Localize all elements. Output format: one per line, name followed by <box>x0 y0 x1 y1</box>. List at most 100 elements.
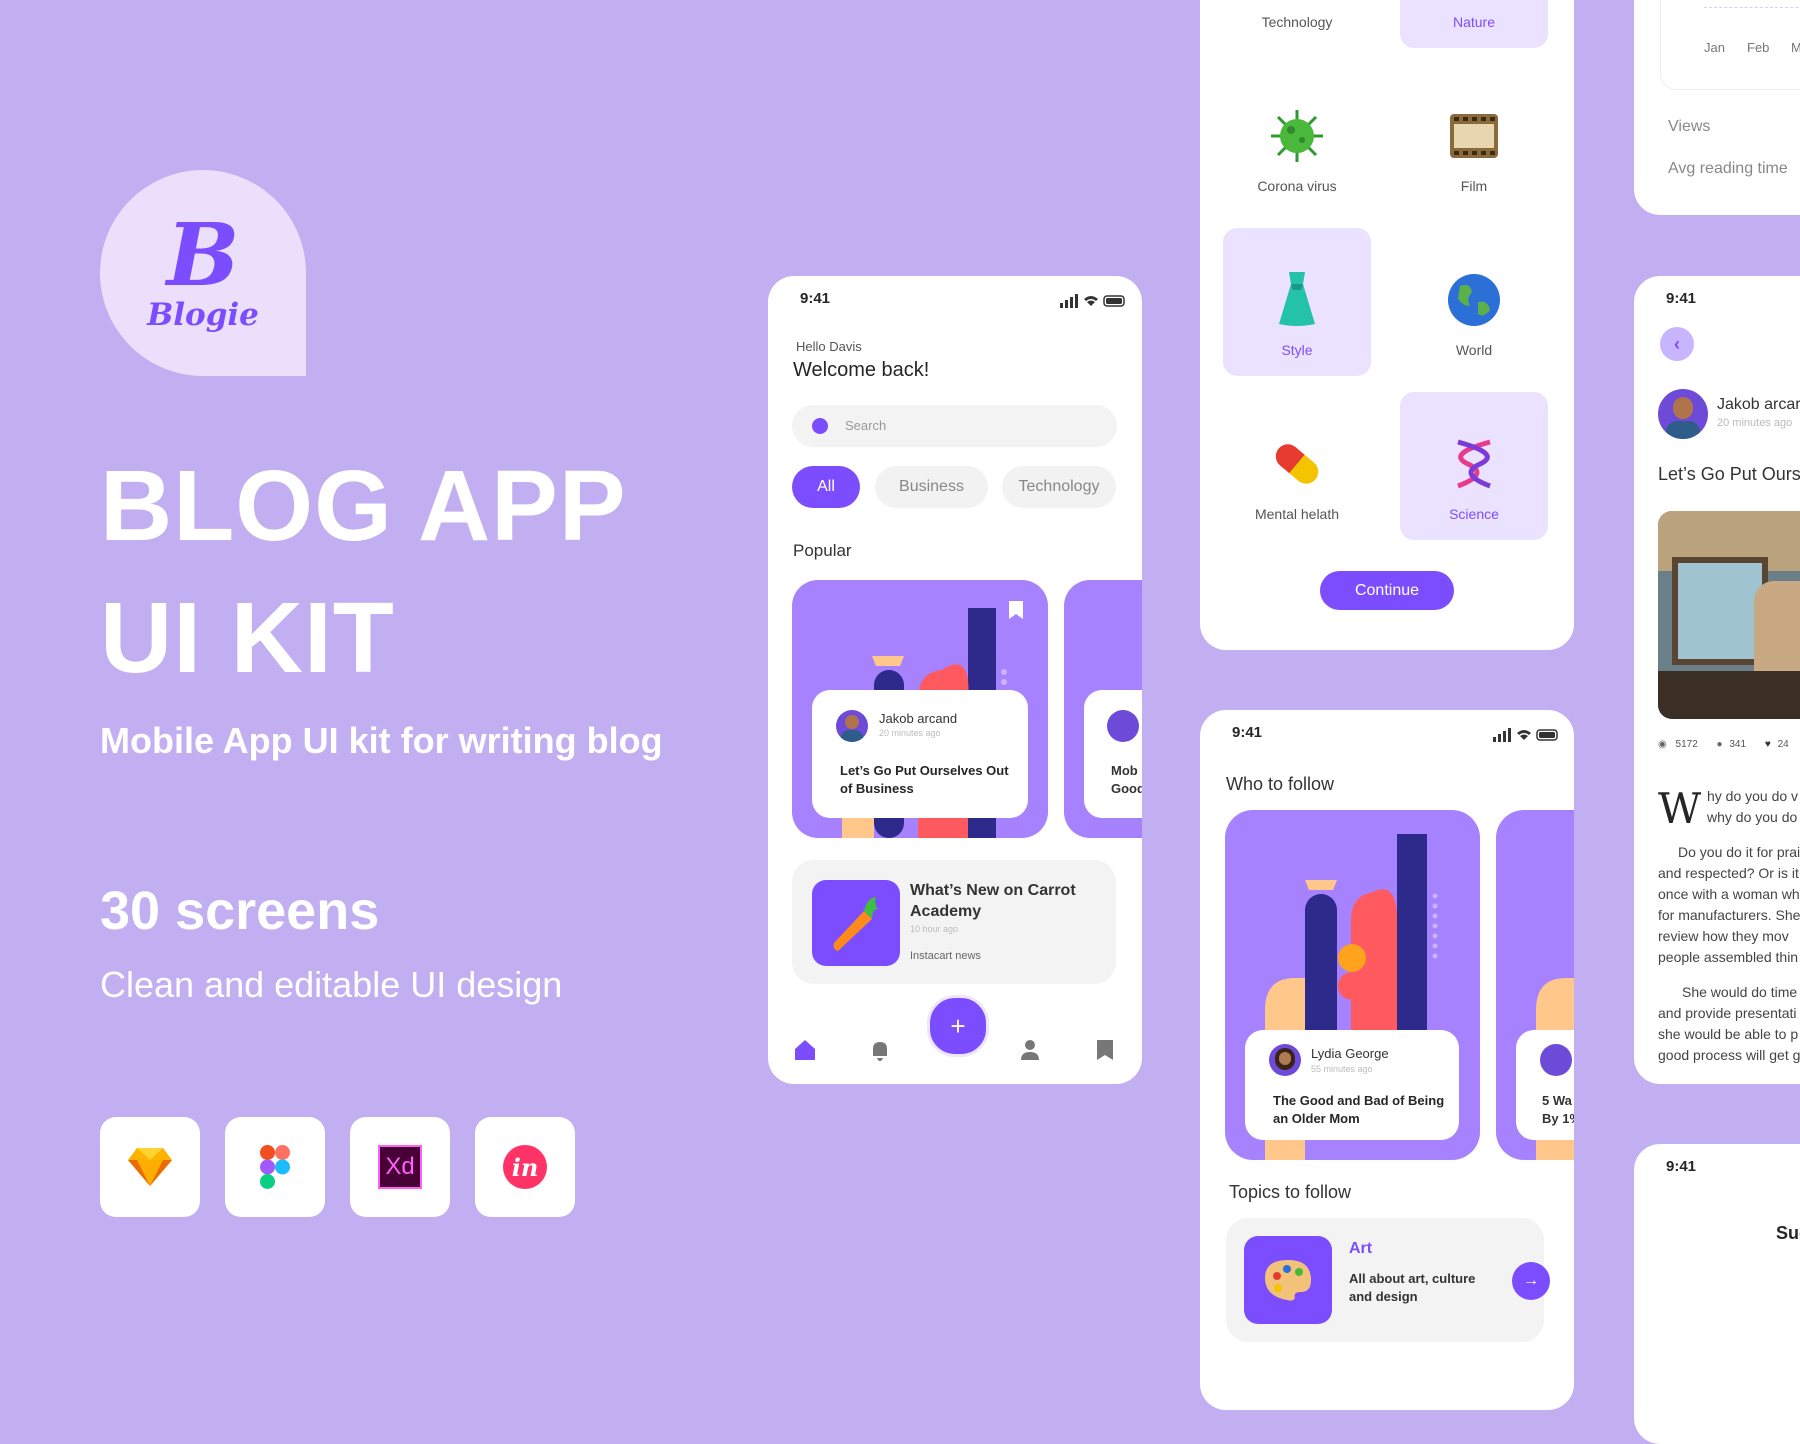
avatar <box>1107 710 1139 742</box>
xd-text: Xd <box>378 1145 422 1189</box>
back-button[interactable]: ‹ <box>1660 327 1694 361</box>
topic-science[interactable]: Science <box>1400 392 1548 540</box>
hero-tagline: Clean and editable UI design <box>100 964 563 1005</box>
chip-technology[interactable]: Technology <box>1002 466 1116 508</box>
views-label: Views <box>1668 118 1711 135</box>
arrow-right-icon[interactable]: → <box>1512 1262 1550 1300</box>
bookmark-nav-icon[interactable] <box>1093 1038 1117 1062</box>
chip-business[interactable]: Business <box>875 466 988 508</box>
topic-world[interactable]: World <box>1400 228 1548 376</box>
carrot-icon <box>812 880 900 966</box>
post-title-partial-2: Good <box>1111 781 1142 796</box>
topic-description: All about art, culture and design <box>1349 1271 1476 1304</box>
success-screen <box>1634 1144 1800 1444</box>
lead-line: why do you do <box>1707 809 1798 825</box>
post-title-partial: 5 Wa <box>1542 1093 1572 1108</box>
film-icon <box>1450 114 1498 158</box>
popular-card[interactable]: Jakob arcand 20 minutes ago Let’s Go Put… <box>792 580 1048 838</box>
status-time: 9:41 <box>800 290 831 307</box>
news-title: What’s New on Carrot Academy <box>910 882 1076 920</box>
paragraph-line: for manufacturers. She <box>1658 907 1800 923</box>
paragraph-line: and provide presentati <box>1658 1005 1797 1021</box>
author-name: Jakob arcar <box>1717 396 1800 413</box>
status-icons <box>1493 728 1558 742</box>
home-icon[interactable] <box>793 1038 817 1062</box>
stats-chart: Jan Feb M <box>1660 0 1800 90</box>
drop-cap: W <box>1658 784 1702 833</box>
paragraph-line: she would be able to p <box>1658 1026 1799 1042</box>
search-input[interactable]: Search <box>792 405 1117 447</box>
chip-all[interactable]: All <box>792 466 860 508</box>
author-name: Jakob arcand <box>879 711 958 726</box>
continue-button[interactable]: Continue <box>1320 571 1454 610</box>
logo-wordmark: Blogie <box>147 297 259 333</box>
topic-follow-item[interactable]: Art All about art, culture and design → <box>1226 1218 1550 1342</box>
topic-label: Film <box>1460 178 1488 194</box>
paragraph-line: and respected? Or is it <box>1658 865 1799 881</box>
topic-label: Nature <box>1452 14 1496 30</box>
profile-icon[interactable] <box>1018 1038 1042 1062</box>
topic-film[interactable]: Film <box>1400 64 1548 212</box>
bell-icon[interactable] <box>868 1038 892 1062</box>
card-info: 5 Wa By 1% <box>1516 1030 1574 1140</box>
virus-icon <box>1271 110 1323 162</box>
figma-icon <box>225 1117 325 1217</box>
hero-title: BLOG APP UI KIT <box>100 440 627 704</box>
article-lead: hy do you do v why do you do <box>1707 786 1798 828</box>
topic-label: Corona virus <box>1257 178 1337 194</box>
author-name: Lydia George <box>1311 1046 1389 1061</box>
logo-letter: B <box>166 205 240 306</box>
eye-icon: ◉ <box>1658 739 1667 750</box>
topic-style[interactable]: Style <box>1223 228 1371 376</box>
welcome-heading: Welcome back! <box>793 359 930 381</box>
topic-label: Style <box>1281 342 1313 358</box>
invision-text: in <box>503 1145 547 1189</box>
who-to-follow-label: Who to follow <box>1226 774 1335 794</box>
topic-mental-health[interactable]: Mental helath <box>1223 392 1371 540</box>
paragraph-line: people assembled thin <box>1658 949 1799 965</box>
blogie-logo: B Blogie <box>100 170 306 376</box>
news-source: Instacart news <box>910 950 981 962</box>
globe-icon <box>1448 274 1500 326</box>
search-placeholder: Search <box>845 418 887 433</box>
avatar <box>1540 1044 1572 1076</box>
paragraph-line: once with a woman wh <box>1658 886 1800 902</box>
paragraph-line: review how they mov <box>1658 928 1789 944</box>
paragraph-line: She would do time <box>1682 984 1798 1000</box>
month-label: Jan <box>1704 40 1725 55</box>
news-item[interactable]: What’s New on Carrot Academy 10 hour ago… <box>792 860 1116 984</box>
month-label: M <box>1791 40 1800 55</box>
dress-icon <box>1279 272 1315 326</box>
article-paragraph-2: She would do time and provide presentati… <box>1658 982 1800 1066</box>
card-info: Jakob arcand 20 minutes ago Let’s Go Put… <box>812 690 1028 818</box>
topic-name: Art <box>1349 1240 1373 1257</box>
status-time: 9:41 <box>1232 724 1263 741</box>
add-post-button[interactable]: + <box>927 995 989 1057</box>
paragraph-line: Do you do it for prai <box>1678 844 1800 860</box>
invision-icon: in <box>475 1117 575 1217</box>
article-paragraph-1: Do you do it for prai and respected? Or … <box>1658 842 1800 968</box>
topic-corona-virus[interactable]: Corona virus <box>1223 64 1371 212</box>
heart-icon: ♥ <box>1764 739 1771 750</box>
greeting-text: Hello Davis <box>796 339 862 354</box>
sketch-icon <box>100 1117 200 1217</box>
follow-card-2[interactable]: 5 Wa By 1% <box>1496 810 1574 1160</box>
palette-icon <box>1244 1236 1332 1324</box>
status-icons <box>1060 294 1125 308</box>
bookmark-icon[interactable] <box>1008 600 1024 620</box>
topic-nature[interactable]: Nature <box>1400 0 1548 48</box>
chart-gridline <box>1704 7 1800 8</box>
post-title-partial: Mob <box>1111 763 1138 778</box>
comment-icon: ● <box>1716 739 1723 750</box>
follow-card[interactable]: Lydia George 55 minutes ago The Good and… <box>1225 810 1480 1160</box>
topic-label: World <box>1455 342 1493 358</box>
avatar <box>836 710 868 742</box>
article-image <box>1658 511 1800 719</box>
success-title-partial: Suc <box>1776 1223 1800 1243</box>
dna-icon <box>1457 439 1491 489</box>
likes-count: 24 <box>1777 739 1789 750</box>
topic-technology[interactable]: Technology <box>1223 0 1371 48</box>
popular-label: Popular <box>793 541 852 560</box>
paragraph-line: good process will get g <box>1658 1047 1800 1063</box>
popular-card-2[interactable]: Mob Good <box>1064 580 1142 838</box>
